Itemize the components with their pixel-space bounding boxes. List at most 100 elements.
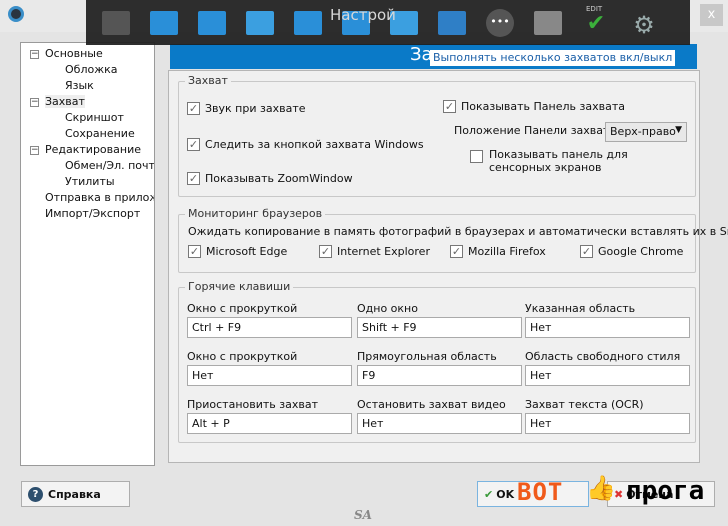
toolbar-button[interactable] <box>428 3 476 43</box>
zoom-window-label: Показывать ZoomWindow <box>205 172 353 185</box>
zoom-window-checkbox[interactable]: ✓ Показывать ZoomWindow <box>187 172 353 185</box>
hotkeys-group: Горячие клавиши Окно с прокруткой Ctrl + … <box>178 280 696 443</box>
camera-www-icon <box>198 10 226 35</box>
tree-item[interactable]: Утилиты <box>65 175 115 188</box>
tree-item[interactable]: Отправка в приложения <box>45 191 154 204</box>
hotkey-input[interactable]: Нет <box>187 365 352 386</box>
hotkeys-legend: Горячие клавиши <box>185 280 294 293</box>
toolbar-button[interactable] <box>92 3 140 43</box>
checkbox-icon: ✓ <box>580 245 593 258</box>
browser-checkbox[interactable]: ✓ Mozilla Firefox <box>450 245 546 258</box>
text-capture-icon <box>438 10 466 35</box>
hotkey-input[interactable]: Shift + F9 <box>357 317 522 338</box>
hotkey-label: Область свободного стиля <box>525 350 681 363</box>
hotkey-label: Указанная область <box>525 302 636 315</box>
sound-label: Звук при захвате <box>205 102 306 115</box>
checkbox-icon: ✓ <box>188 245 201 258</box>
browser-checkbox[interactable]: ✓ Google Chrome <box>580 245 683 258</box>
hotkey-input[interactable]: Нет <box>525 317 690 338</box>
signature: SA <box>354 508 372 522</box>
watermark-text-2: прога <box>626 476 705 506</box>
edit-check-icon: ✔ <box>586 10 606 36</box>
ok-label: OK <box>496 487 515 501</box>
settings-tree: Основные − Обложка Язык Захват − Скриншот Сохра… <box>20 42 155 466</box>
browser-label: Google Chrome <box>598 245 684 258</box>
hotkey-input[interactable]: Alt + P <box>187 413 352 434</box>
hotkey-label: Остановить захват видео <box>357 398 506 411</box>
browser-checkbox[interactable]: ✓ Internet Explorer <box>319 245 430 258</box>
multi-capture-icon <box>534 10 562 35</box>
checkbox-icon <box>470 150 483 163</box>
tree-item[interactable]: Основные <box>45 47 103 60</box>
tree-item[interactable]: Скриншот <box>65 111 124 124</box>
tree-item[interactable]: Обмен/Эл. почта <box>65 159 154 172</box>
settings-gears-icon: ⚙ <box>633 10 655 39</box>
hotkey-input[interactable]: Нет <box>525 365 690 386</box>
hotkey-label: Приостановить захват <box>187 398 319 411</box>
window-title: Настрой <box>330 6 396 24</box>
browsers-description: Ожидать копирование в память фотографий … <box>188 225 728 238</box>
tree-item[interactable]: Язык <box>65 79 94 92</box>
tree-item[interactable]: Обложка <box>65 63 118 76</box>
browsers-legend: Мониторинг браузеров <box>185 207 326 220</box>
toolbar-button[interactable] <box>524 3 572 43</box>
checkbox-icon: ✓ <box>450 245 463 258</box>
tree-item[interactable]: Редактирование <box>45 143 141 156</box>
touch-panel-checkbox[interactable]: Показывать панель для сенсорных экранов <box>470 148 679 174</box>
watermark-text-1: ВОТ <box>517 478 564 506</box>
tree-item[interactable]: Сохранение <box>65 127 135 140</box>
tree-item[interactable]: Импорт/Экспорт <box>45 207 140 220</box>
hotkey-input[interactable]: Ctrl + F9 <box>187 317 352 338</box>
show-panel-label: Показывать Панель захвата <box>461 100 625 113</box>
watch-key-checkbox[interactable]: ✓ Следить за кнопкой захвата Windows <box>187 138 424 151</box>
more-icon: ••• <box>486 8 514 37</box>
hotkey-input[interactable]: F9 <box>357 365 522 386</box>
panel-position-select[interactable]: Верх-право ▼ <box>605 122 687 142</box>
checkbox-icon: ✓ <box>443 100 456 113</box>
edit-label: EDIT <box>586 4 603 13</box>
hotkey-label: Окно с прокруткой <box>187 302 298 315</box>
browser-checkbox[interactable]: ✓ Microsoft Edge <box>188 245 287 258</box>
browser-label: Microsoft Edge <box>206 245 288 258</box>
hotkey-label: Окно с прокруткой <box>187 350 298 363</box>
collapse-icon[interactable]: − <box>30 146 39 155</box>
browser-label: Internet Explorer <box>337 245 430 258</box>
camera-download-icon <box>150 10 178 35</box>
help-button[interactable]: ? Справка <box>21 481 130 507</box>
panel-position-label: Положение Панели захвата <box>454 124 617 137</box>
collapse-icon[interactable]: − <box>30 98 39 107</box>
thumbs-up-icon: 👍 <box>586 474 616 502</box>
hotkey-input[interactable]: Нет <box>357 413 522 434</box>
show-panel-checkbox[interactable]: ✓ Показывать Панель захвата <box>443 100 625 113</box>
toolbar-button[interactable] <box>188 3 236 43</box>
capture-legend: Захват <box>185 74 231 87</box>
settings-panel: Захват ✓ Звук при захвате ✓ Следить за кно… <box>168 70 728 463</box>
checkbox-icon: ✓ <box>187 138 200 151</box>
toolbar-button[interactable]: ••• <box>476 3 524 43</box>
hotkey-label: Одно окно <box>357 302 418 315</box>
app-icon <box>8 6 24 22</box>
toolbar-button[interactable]: ⚙ <box>620 3 668 43</box>
checkbox-icon: ✓ <box>187 172 200 185</box>
help-icon: ? <box>28 486 43 502</box>
toolbar-button[interactable] <box>236 3 284 43</box>
toolbar-button[interactable] <box>140 3 188 43</box>
region-capture-icon <box>294 10 322 35</box>
window-capture-icon <box>246 10 274 35</box>
tooltip: Выполнять несколько захватов вкл/выкл <box>430 50 676 66</box>
toolbar-button[interactable]: EDIT ✔ <box>572 3 620 43</box>
browsers-group: Мониторинг браузеров Ожидать копирование… <box>178 207 728 273</box>
hotkey-label: Прямоугольная область <box>357 350 497 363</box>
collapse-icon[interactable]: − <box>30 50 39 59</box>
checkbox-icon: ✓ <box>319 245 332 258</box>
hotkey-input[interactable]: Нет <box>525 413 690 434</box>
capture-group: Захват ✓ Звук при захвате ✓ Следить за кно… <box>178 74 696 197</box>
toolbar-button[interactable] <box>284 3 332 43</box>
checkbox-icon: ✓ <box>187 102 200 115</box>
hotkey-label: Захват текста (OCR) <box>525 398 644 411</box>
sound-checkbox[interactable]: ✓ Звук при захвате <box>187 102 306 115</box>
tree-item[interactable]: Захват <box>45 95 85 108</box>
close-button[interactable]: x <box>700 4 723 26</box>
browser-label: Mozilla Firefox <box>468 245 546 258</box>
check-icon: ✔ <box>484 487 494 501</box>
